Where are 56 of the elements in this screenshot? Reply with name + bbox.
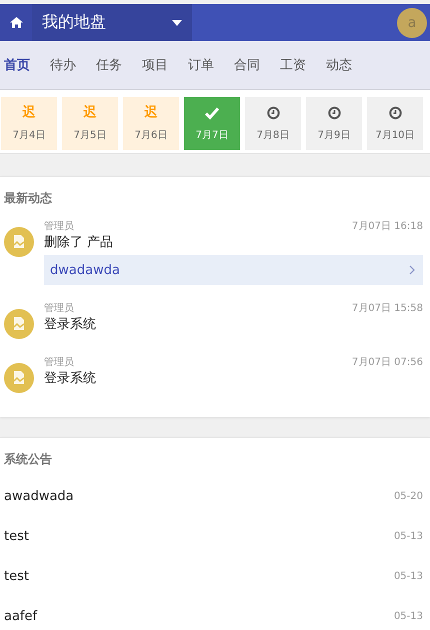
day-cell[interactable]: 迟 7月5日 (62, 97, 118, 150)
late-mark: 迟 (84, 106, 96, 120)
day-cell[interactable]: 7月8日 (245, 97, 301, 150)
late-mark: 迟 (22, 106, 36, 120)
late-mark: 迟 (144, 106, 158, 120)
home-button[interactable] (0, 4, 32, 41)
notice-date: 05-13 (394, 610, 423, 622)
day-date: 7月4日 (12, 128, 46, 142)
notice-date: 05-20 (394, 490, 423, 502)
user-name: 管理员 (44, 303, 74, 315)
avatar-icon (4, 363, 34, 393)
day-date: 7月5日 (74, 128, 106, 142)
activity-link[interactable]: dwadawda (44, 255, 423, 285)
caret-icon (172, 20, 182, 26)
day-date: 7月9日 (318, 128, 350, 142)
day-cell[interactable]: 7月10日 (367, 97, 423, 150)
notice-title[interactable]: awadwada (4, 488, 74, 504)
activity-text: 删除了 产品 (44, 235, 114, 251)
nav-tab[interactable]: 动态 (326, 56, 352, 74)
day-cell[interactable]: 迟 7月4日 (1, 97, 57, 150)
nav-tab[interactable]: 订单 (188, 56, 214, 74)
section-title: 系统公告 (4, 451, 53, 468)
avatar-icon (4, 309, 34, 339)
chevron-right-icon (409, 265, 415, 275)
day-cell[interactable]: 迟 7月6日 (123, 97, 179, 150)
nav-tab[interactable]: 任务 (96, 56, 122, 74)
activity-text: 登录系统 (44, 371, 97, 387)
user-name: 管理员 (44, 357, 74, 369)
nav-tab[interactable]: 合同 (234, 56, 260, 74)
day-date: 7月8日 (256, 128, 290, 142)
workspace-dropdown[interactable]: 我的地盘 (32, 4, 192, 41)
section-title: 最新动态 (4, 190, 53, 207)
notice-title[interactable]: aafef (4, 608, 38, 624)
day-date: 7月6日 (134, 128, 168, 142)
nav-tab[interactable]: 待办 (50, 56, 76, 74)
notice-title[interactable]: test (4, 528, 29, 544)
day-date: 7月7日 (196, 128, 228, 142)
clock-icon (328, 106, 340, 120)
check-icon (205, 106, 219, 120)
day-date: 7月10日 (375, 128, 415, 142)
nav-tab[interactable]: 首页 (4, 56, 30, 74)
activity-time: 7月07日 15:58 (352, 303, 423, 315)
home-icon (10, 17, 22, 28)
user-name: 管理员 (44, 221, 74, 233)
clock-icon (266, 106, 280, 120)
avatar-icon (4, 227, 34, 257)
notice-date: 05-13 (394, 570, 423, 582)
notice-date: 05-13 (394, 530, 423, 542)
nav-tab[interactable]: 项目 (142, 56, 168, 74)
clock-icon (388, 106, 402, 120)
activity-text: 登录系统 (44, 317, 97, 333)
activity-time: 7月07日 07:56 (352, 357, 423, 369)
nav-tab[interactable]: 工资 (280, 56, 306, 74)
notice-title[interactable]: test (4, 568, 29, 584)
activity-time: 7月07日 16:18 (352, 221, 423, 233)
day-cell[interactable]: 7月9日 (306, 97, 362, 150)
